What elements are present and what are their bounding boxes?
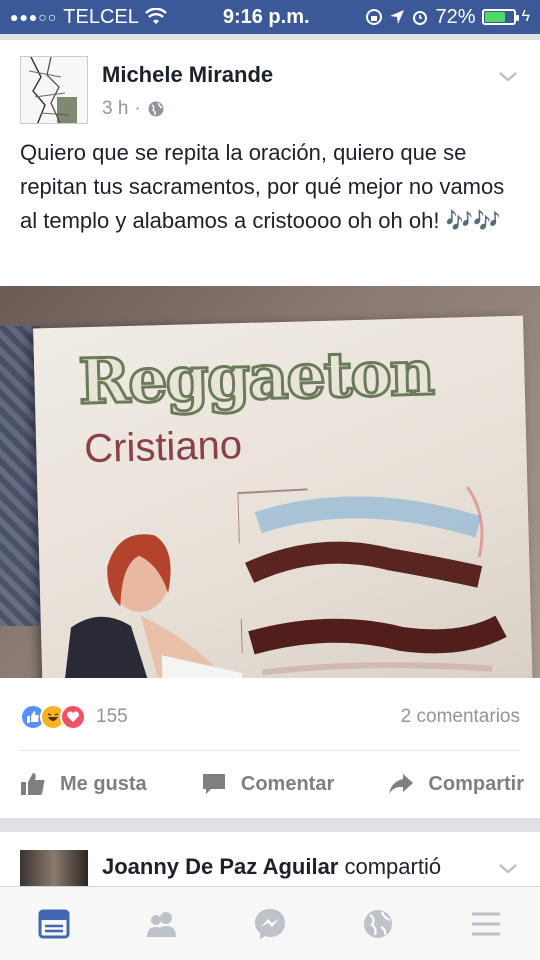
- chevron-down-icon[interactable]: [496, 64, 520, 88]
- love-reaction-icon: [60, 704, 86, 730]
- meta-separator: ·: [134, 98, 141, 119]
- tab-friend-requests[interactable]: [142, 904, 182, 944]
- wifi-icon: [145, 8, 167, 24]
- post-header: Michele Mirande 3 h ·: [20, 54, 520, 134]
- next-post-avatar[interactable]: [20, 850, 88, 886]
- tab-notifications[interactable]: [358, 904, 398, 944]
- author-avatar[interactable]: [20, 56, 88, 124]
- battery-percent: 72%: [435, 5, 476, 28]
- share-button[interactable]: Compartir: [388, 771, 524, 797]
- post-time[interactable]: 3 h: [102, 98, 128, 120]
- author-name[interactable]: Michele Mirande: [102, 62, 273, 88]
- status-time: 9:16 p.m.: [222, 5, 310, 28]
- signal-strength-icon: ●●●○○: [10, 9, 58, 25]
- actions-divider: [20, 750, 520, 751]
- album-title: Reggaeton: [76, 335, 435, 420]
- post-text: Quiero que se repita la oración, quiero …: [20, 140, 505, 233]
- reactions-count: 155: [96, 706, 128, 727]
- comment-bubble-icon: [202, 774, 225, 794]
- post-actions: Me gusta Comentar Compartir: [20, 764, 524, 804]
- status-bar: ●●●○○ TELCEL 9:16 p.m. 72% ϟ: [0, 0, 540, 34]
- reactions-summary[interactable]: 155: [20, 704, 128, 730]
- comments-count-link[interactable]: 2 comentarios: [401, 706, 520, 728]
- next-post-verb: compartió: [344, 854, 442, 879]
- share-arrow-icon: [389, 774, 414, 794]
- globe-icon: [148, 101, 164, 117]
- post-card: Michele Mirande 3 h · Quiero que se repi…: [0, 40, 540, 818]
- hamburger-menu-icon: [472, 912, 500, 935]
- tab-more-menu[interactable]: [466, 904, 506, 944]
- next-post-header: Joanny De Paz Aguilar compartió: [102, 854, 441, 880]
- next-post-card: Joanny De Paz Aguilar compartió: [0, 832, 540, 886]
- avatar-image-icon: [21, 57, 87, 123]
- bottom-tab-bar: [0, 886, 540, 960]
- status-left: ●●●○○ TELCEL: [10, 6, 167, 29]
- thumbs-up-icon: [21, 773, 45, 795]
- album-artwork-bottom: [240, 615, 507, 676]
- like-label: Me gusta: [60, 772, 147, 795]
- album-woman-figure: [62, 534, 243, 678]
- messenger-icon: [255, 908, 285, 939]
- next-post-chevron-down-icon[interactable]: [496, 856, 520, 880]
- tab-news-feed[interactable]: [34, 904, 74, 944]
- battery-fill: [484, 12, 505, 22]
- album-cover: Reggaeton Cristiano: [33, 315, 533, 678]
- carrier-name: TELCEL: [63, 5, 139, 28]
- status-right: 72% ϟ: [365, 6, 530, 29]
- album-subtitle: Cristiano: [83, 423, 243, 472]
- share-label: Compartir: [428, 772, 524, 795]
- friends-icon: [147, 911, 176, 937]
- rotation-lock-icon: [366, 9, 383, 25]
- location-arrow-icon: [390, 10, 405, 24]
- post-photo[interactable]: Reggaeton Cristiano: [0, 286, 540, 678]
- post-meta: 3 h ·: [102, 98, 165, 120]
- globe-notifications-icon: [364, 909, 392, 938]
- comment-button[interactable]: Comentar: [201, 771, 334, 797]
- reactions-row: 155 2 comentarios: [20, 700, 520, 734]
- tab-messenger[interactable]: [250, 904, 290, 944]
- battery-icon: [481, 9, 519, 25]
- charging-icon: ϟ: [521, 8, 530, 25]
- comment-label: Comentar: [240, 772, 335, 795]
- alarm-icon: [413, 11, 428, 25]
- next-post-author[interactable]: Joanny De Paz Aguilar: [102, 854, 338, 879]
- album-artwork-top: [237, 486, 484, 588]
- like-button[interactable]: Me gusta: [20, 771, 147, 797]
- news-feed-icon: [38, 909, 70, 938]
